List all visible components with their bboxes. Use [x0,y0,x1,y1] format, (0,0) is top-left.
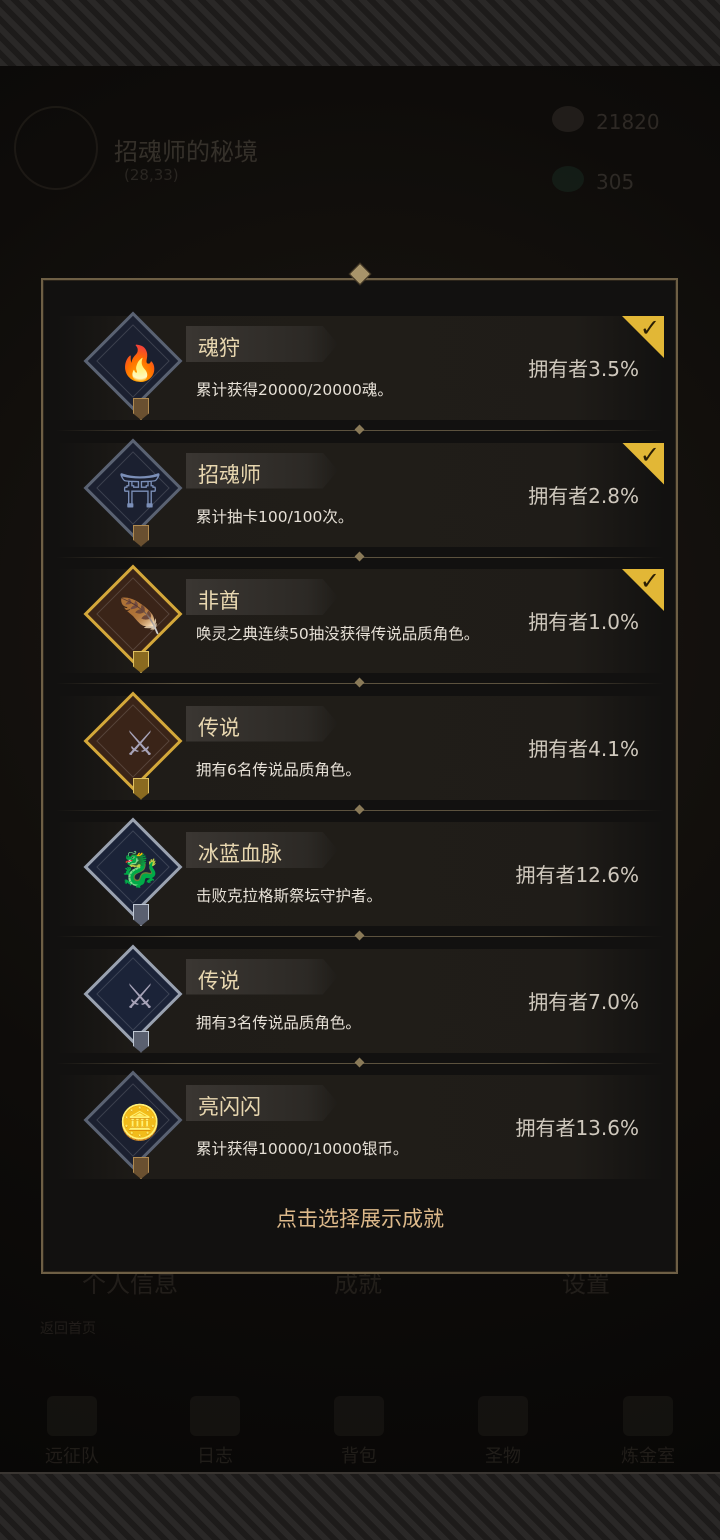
helmet-icon [47,1396,97,1436]
summon-altar-icon: ⛩ [118,470,162,511]
achievement-name: 传说 [198,968,240,993]
achievement-name: 冰蓝血脉 [198,842,282,866]
armored-knight-icon: ⚔ [124,976,156,1017]
nav-relics-label: 圣物 [485,1446,521,1467]
achievement-name: 传说 [198,715,240,740]
owners-percentage: 拥有者4.1% [528,736,639,761]
area-coords: (28,33) [124,166,179,184]
owners-percentage: 拥有者12.6% [515,863,639,887]
divider-gem [354,551,365,561]
nav-journal[interactable]: 日志 [170,1396,260,1468]
soul-currency-value: 21820 [596,110,660,134]
nav-backpack-label: 背包 [341,1446,377,1467]
nav-relics[interactable]: 圣物 [458,1396,548,1468]
achievement-name: 魂狩 [198,336,240,360]
nav-backpack[interactable]: 背包 [314,1396,404,1468]
soul-currency-icon [552,106,584,132]
achievement-desc: 拥有3名传说品质角色。 [196,1013,361,1032]
owners-percentage: 拥有者13.6% [515,1116,639,1140]
nav-expedition[interactable]: 远征队 [27,1396,117,1468]
gem-currency-icon [552,166,584,192]
achievement-name: 非酋 [198,589,240,613]
divider-gem [354,1057,365,1067]
feathered-warrior-icon: 🪶 [118,597,162,637]
blue-flame-icon: 🔥 [118,344,162,384]
divider-gem [354,804,365,814]
owners-percentage: 拥有者3.5% [528,357,639,381]
area-emblem-icon [14,106,98,190]
scroll-icon [190,1396,240,1436]
alchemy-icon [623,1396,673,1436]
divider-gem [354,424,365,435]
nav-journal-label: 日志 [197,1446,233,1467]
ice-dragon-icon: 🐉 [118,850,162,890]
back-home-link[interactable]: 返回首页 [40,1318,96,1338]
achievement-desc: 累计抽卡100/100次。 [196,507,354,526]
achievement-name: 亮闪闪 [198,1095,261,1119]
area-title: 招魂师的秘境 [114,138,258,166]
bottom-ornament-border [0,1472,720,1540]
nav-expedition-label: 远征队 [45,1446,99,1467]
achievement-desc: 唤灵之典连续50抽没获得传说品质角色。 [196,625,480,643]
achievement-row[interactable]: ⚔ 传说 拥有3名传说品质角色。 拥有者7.0% [56,944,664,1076]
owners-percentage: 拥有者7.0% [528,989,639,1014]
achievement-row[interactable]: 🪶 非酋 唤灵之典连续50抽没获得传说品质角色。 拥有者1.0% ✓ [56,564,664,696]
divider-gem [354,677,365,688]
nav-alchemy[interactable]: 炼金室 [603,1396,693,1468]
top-ornament-border [0,0,720,68]
nav-alchemy-label: 炼金室 [621,1446,675,1467]
achievement-row[interactable]: 🔥 魂狩 累计获得20000/20000魂。 拥有者3.5% ✓ [56,311,664,443]
achievement-desc: 累计获得20000/20000魂。 [196,381,393,399]
achievement-desc: 拥有6名传说品质角色。 [196,760,361,779]
achievement-desc: 累计获得10000/10000银币。 [196,1140,409,1158]
owners-percentage: 拥有者1.0% [528,610,639,634]
owners-percentage: 拥有者2.8% [528,483,639,508]
divider-gem [354,930,365,941]
armored-knight-icon: ⚔ [124,723,156,764]
silver-coins-icon: 🪙 [118,1103,162,1143]
achievement-row[interactable]: ⛩ 招魂师 累计抽卡100/100次。 拥有者2.8% ✓ [56,438,664,570]
achievement-list: 🔥 魂狩 累计获得20000/20000魂。 拥有者3.5% ✓ ⛩ 招魂师 累… [56,311,664,1202]
achievement-row[interactable]: 🐉 冰蓝血脉 击败克拉格斯祭坛守护者。 拥有者12.6% [56,817,664,949]
achievement-name: 招魂师 [198,462,261,487]
backpack-icon [334,1396,384,1436]
achievement-row[interactable]: ⚔ 传说 拥有6名传说品质角色。 拥有者4.1% [56,691,664,823]
select-hint-text: 点击选择展示成就 [276,1207,444,1231]
chalice-icon [478,1396,528,1436]
achievement-desc: 击败克拉格斯祭坛守护者。 [196,887,383,905]
achievement-row[interactable]: 🪙 亮闪闪 累计获得10000/10000银币。 拥有者13.6% [56,1070,664,1202]
gem-currency-value: 305 [596,170,635,194]
